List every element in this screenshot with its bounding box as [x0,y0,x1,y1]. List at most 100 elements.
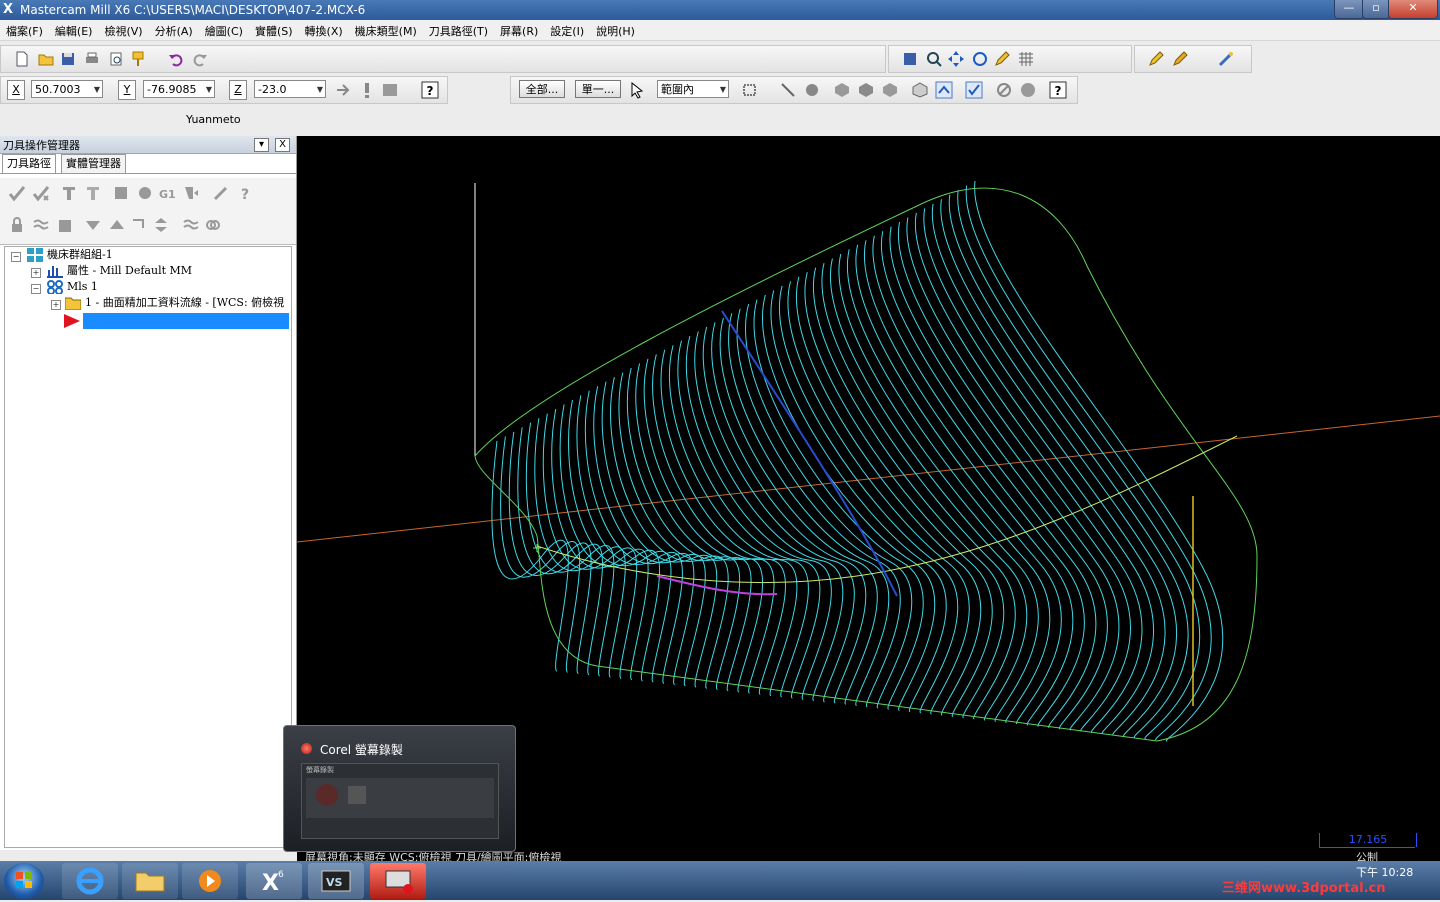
rotate-view-icon[interactable] [971,50,989,68]
tab-solids-manager[interactable]: 實體管理器 [61,154,126,173]
x-coord-input[interactable]: 50.7003 ▼ [31,80,103,98]
select-single-button[interactable]: 單一... [575,80,621,98]
tree-machine[interactable]: Mls 1 [67,279,98,295]
expand-icon[interactable]: + [31,268,41,278]
tab-toolpaths[interactable]: 刀具路徑 [2,154,56,173]
menu-item-6[interactable]: 轉換(X) [299,20,349,39]
verify-icon[interactable] [965,81,983,99]
exclamation-icon[interactable] [358,81,376,99]
face-select-icon[interactable] [833,81,851,99]
lock-icon[interactable] [8,216,26,234]
taskbar-ie[interactable] [62,863,118,899]
pencil-icon[interactable] [993,50,1011,68]
move-down-icon[interactable] [84,216,102,234]
regenerate-icon[interactable] [60,184,78,202]
panel-close-button[interactable]: X [275,138,290,152]
start-button[interactable] [4,863,44,899]
backplot-icon[interactable] [112,184,130,202]
vector-select-icon[interactable] [779,81,797,99]
fast-point-icon[interactable] [335,81,353,99]
menu-item-2[interactable]: 檢視(V) [98,20,148,39]
taskbar-video-app[interactable]: VS [308,863,364,899]
tree-operation[interactable]: 1 - 曲面精加工資料流線 - [WCS: 俯檢視 [85,295,284,311]
save-view-icon[interactable] [901,50,919,68]
collapse-icon[interactable]: − [11,252,21,262]
scale-value: 17.165 [1319,833,1417,847]
brush-icon[interactable] [129,50,147,68]
insert-position-highlight[interactable] [83,313,289,329]
insert-arrow-marker-icon[interactable] [63,313,81,329]
menu-item-1[interactable]: 編輯(E) [49,20,99,39]
insert-arrow-icon[interactable] [130,216,148,234]
select-all-ops-icon[interactable] [8,184,26,202]
solid-select-icon[interactable] [803,81,821,99]
open-folder-icon[interactable] [37,50,55,68]
print-icon[interactable] [83,50,101,68]
link-icon[interactable] [204,216,222,234]
help-ops-icon[interactable]: ? [238,184,256,202]
grid-icon[interactable] [1017,50,1035,68]
select-dirty-ops-icon[interactable] [32,184,50,202]
undo-icon[interactable] [167,50,185,68]
corel-recorder-popup[interactable]: Corel 螢幕錄製 螢幕錄製 [283,725,516,852]
taskbar-media-player[interactable] [182,863,238,899]
menu-item-0[interactable]: 檔案(F) [0,20,49,39]
menu-item-10[interactable]: 設定(I) [544,20,590,39]
menu-item-4[interactable]: 繪圖(C) [199,20,249,39]
highfeed-icon[interactable] [182,184,200,202]
verify-ops-icon[interactable] [136,184,154,202]
close-button[interactable]: ✕ [1388,0,1438,19]
print-preview-icon[interactable] [107,50,125,68]
pan-icon[interactable] [947,50,965,68]
highlight-pencil-icon[interactable] [1147,50,1165,68]
z-coord-label[interactable]: Z [229,80,247,100]
menu-item-9[interactable]: 屏幕(R) [494,20,544,39]
move-up-icon[interactable] [108,216,126,234]
help-icon[interactable]: ? [1049,81,1067,99]
multi-pencil-icon[interactable] [1171,50,1189,68]
range-select-dropdown[interactable]: 範圍內 ▼ [657,80,729,98]
post-g1-icon[interactable]: G1 [158,184,176,202]
sphere-icon[interactable] [1019,81,1037,99]
regenerate-dirty-icon[interactable] [84,184,102,202]
body-select-icon[interactable] [881,81,899,99]
tree-properties[interactable]: 屬性 - Mill Default MM [67,263,192,279]
z-coord-input[interactable]: -23.0 ▼ [254,80,326,98]
taskbar-corel-recorder[interactable] [370,863,426,899]
redo-icon[interactable] [191,50,209,68]
taskbar-explorer[interactable] [122,863,178,899]
plane-icon[interactable] [381,81,399,99]
expand-icon[interactable]: + [51,300,61,310]
panel-dropdown-button[interactable]: ▾ [254,138,269,152]
chain-icon[interactable] [935,81,953,99]
maximize-button[interactable]: ▫ [1362,0,1390,19]
menu-item-8[interactable]: 刀具路徑(T) [423,20,494,39]
help-icon[interactable]: ? [421,81,439,99]
minimize-button[interactable]: — [1334,0,1364,19]
menu-item-11[interactable]: 說明(H) [590,20,641,39]
collapse-icon[interactable]: − [31,284,41,294]
select-all-button[interactable]: 全部... [519,80,565,98]
toggle-display-icon[interactable] [32,216,50,234]
post-toggle-icon[interactable] [56,216,74,234]
menu-item-3[interactable]: 分析(A) [149,20,199,39]
tree-machine-group[interactable]: 機床群組組-1 [47,247,113,263]
delete-ops-icon[interactable] [212,184,230,202]
x-coord-label[interactable]: X [7,80,25,100]
no-entry-icon[interactable] [995,81,1013,99]
y-coord-input[interactable]: -76.9085 ▼ [143,80,215,98]
new-file-icon[interactable] [13,50,31,68]
toolpath-waves-icon[interactable] [182,216,200,234]
cursor-select-icon[interactable] [629,81,647,99]
window-select-icon[interactable] [741,81,759,99]
edge-select-icon[interactable] [857,81,875,99]
taskbar-mastercam[interactable]: X6 [246,863,302,899]
menu-item-5[interactable]: 實體(S) [249,20,299,39]
y-coord-label[interactable]: Y [118,80,136,100]
wand-icon[interactable] [1217,50,1235,68]
save-icon[interactable] [59,50,77,68]
zoom-icon[interactable] [925,50,943,68]
cube-icon[interactable] [911,81,929,99]
menu-item-7[interactable]: 機床類型(M) [349,20,423,39]
scroll-icon[interactable] [152,216,170,234]
